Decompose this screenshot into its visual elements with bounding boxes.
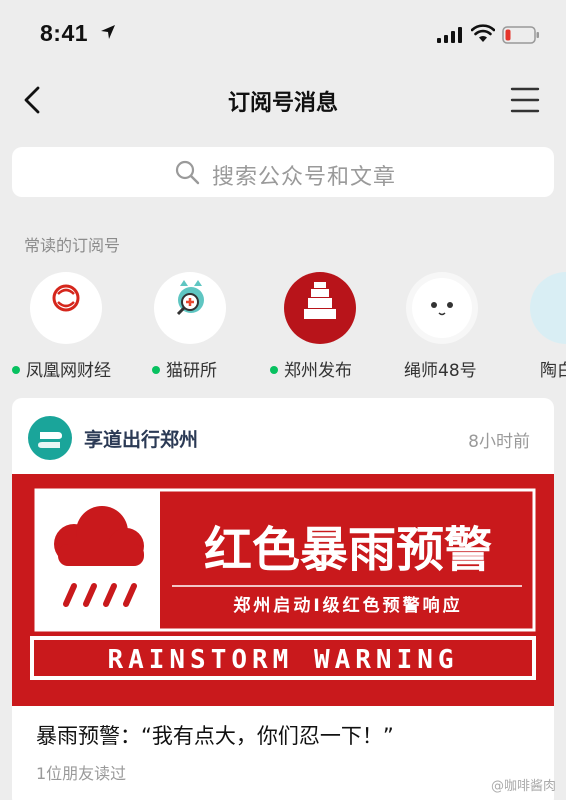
banner-title: 红色暴雨预警 — [204, 522, 492, 578]
account-item-ifeng-finance[interactable]: 凤凰网财经 — [8, 268, 128, 383]
account-item-shengshi-48[interactable]: 绳师48号 — [384, 268, 504, 383]
rainstorm-warning-banner: 红色暴雨预警 郑州启动Ⅰ级红色预警响应 RAINSTORM WARNING — [12, 474, 554, 706]
unread-dot — [152, 366, 160, 374]
article-card[interactable]: 享道出行郑州 8小时前 红色暴雨预警 郑州启动Ⅰ级红色预警响应 RAINSTOR… — [12, 398, 554, 800]
wifi-icon — [471, 24, 495, 42]
account-item-taobai[interactable]: 陶白 — [508, 268, 566, 383]
avatar — [406, 272, 478, 344]
xiangdao-logo-icon — [38, 432, 62, 448]
zhengzhou-tower-icon — [304, 282, 336, 319]
ifeng-logo-icon — [52, 284, 80, 312]
search-icon — [175, 160, 200, 185]
cat-magnifier-icon — [176, 280, 204, 316]
avatar — [284, 272, 356, 344]
avatar — [530, 272, 566, 344]
account-item-zhengzhou-release[interactable]: 郑州发布 — [262, 268, 382, 383]
source-avatar[interactable] — [28, 416, 72, 460]
account-name: 陶白 — [540, 361, 566, 381]
account-name: 猫研所 — [132, 356, 252, 381]
frequent-accounts-list: 凤凰网财经 猫研所 郑州发布 绳师48号 陶白 — [0, 268, 566, 383]
watermark: @咖啡酱肉 — [490, 779, 556, 794]
status-bar: 8:41 — [0, 0, 566, 68]
banner-english: RAINSTORM WARNING — [107, 645, 458, 675]
search-placeholder: 搜索公众号和文章 — [212, 165, 397, 190]
frequent-section-label: 常读的订阅号 — [24, 236, 121, 255]
account-item-maoyansuo[interactable]: 猫研所 — [132, 268, 252, 383]
nav-bar: 订阅号消息 — [0, 68, 566, 132]
cute-face-icon — [412, 278, 472, 338]
avatar — [154, 272, 226, 344]
location-arrow-icon — [101, 25, 115, 39]
unread-dot — [270, 366, 278, 374]
battery-low-icon — [502, 26, 539, 44]
status-time: 8:41 — [40, 20, 89, 46]
banner-subtitle: 郑州启动Ⅰ级红色预警响应 — [233, 595, 462, 616]
menu-icon[interactable] — [510, 86, 540, 114]
article-cover-image[interactable]: 红色暴雨预警 郑州启动Ⅰ级红色预警响应 RAINSTORM WARNING — [12, 474, 554, 706]
search-input[interactable]: 搜索公众号和文章 — [12, 147, 554, 197]
page-title: 订阅号消息 — [227, 91, 338, 116]
unread-dot — [12, 366, 20, 374]
article-time: 8小时前 — [468, 432, 530, 452]
avatar — [30, 272, 102, 344]
source-name[interactable]: 享道出行郑州 — [84, 425, 198, 452]
cellular-signal-icon — [437, 27, 462, 43]
article-read-by-friends: 1位朋友读过 — [36, 764, 127, 783]
account-name: 凤凰网财经 — [8, 356, 128, 381]
article-title[interactable]: 暴雨预警：“我有点大，你们忍一下！” — [36, 720, 394, 750]
account-name: 郑州发布 — [262, 356, 382, 381]
account-name: 绳师48号 — [404, 361, 477, 381]
